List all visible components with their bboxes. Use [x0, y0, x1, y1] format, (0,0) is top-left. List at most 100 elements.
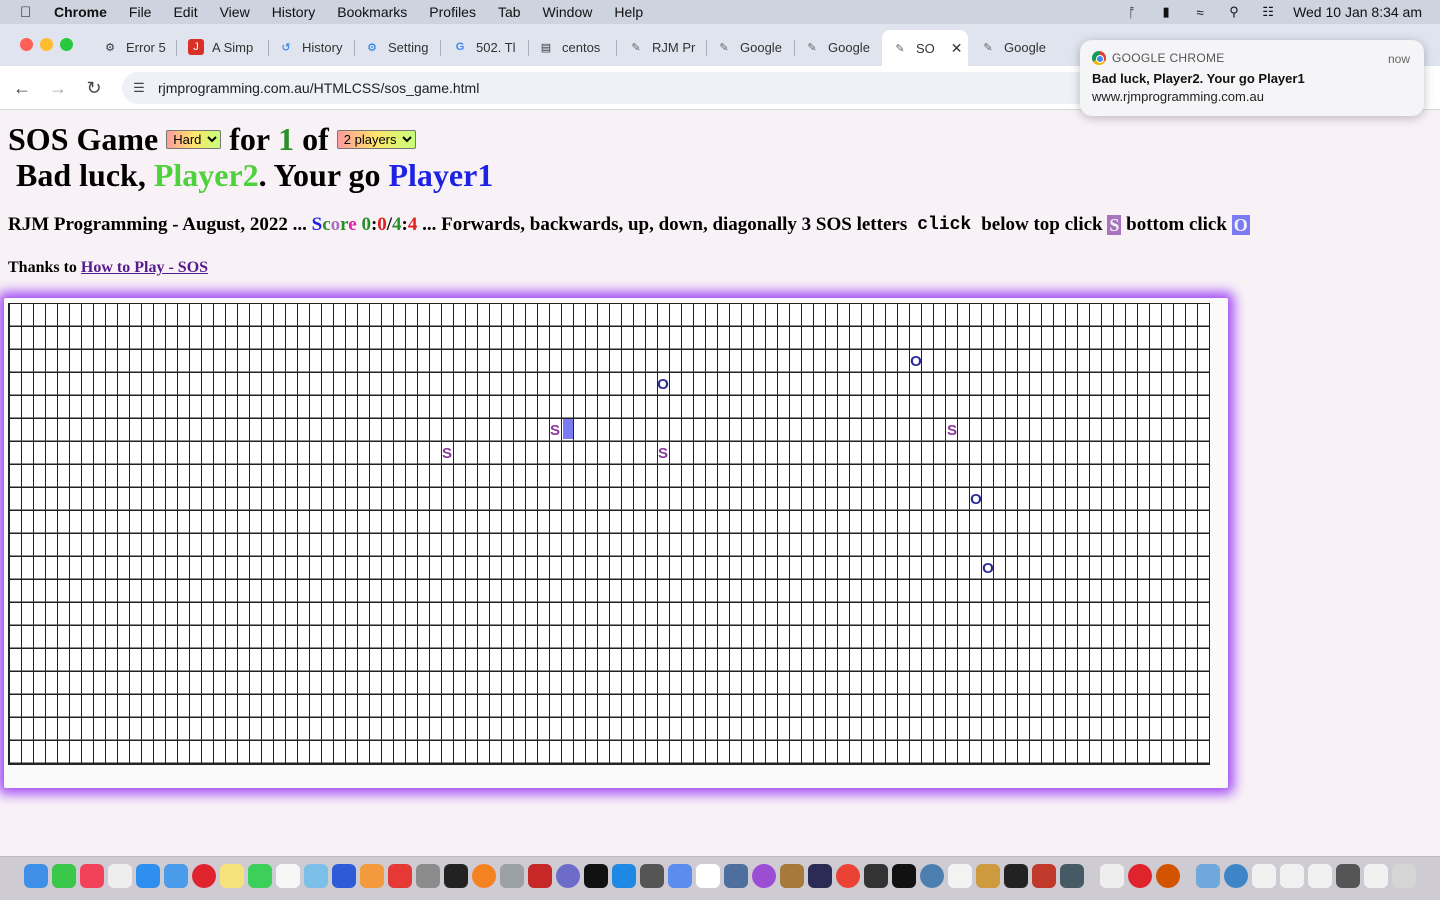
site-info-icon[interactable]: ☰ — [130, 80, 148, 96]
contacts-icon[interactable] — [780, 864, 804, 888]
wifi-icon[interactable]: ≈ — [1191, 5, 1209, 20]
clock[interactable]: Wed 10 Jan 8:34 am — [1293, 4, 1422, 20]
tab-a-simp[interactable]: J A Simp — [178, 32, 268, 62]
opera-2-icon[interactable] — [1128, 864, 1152, 888]
board-letter-o[interactable]: O — [982, 560, 994, 578]
tab-settings[interactable]: ⚙ Setting — [354, 32, 438, 62]
board-letter-o[interactable]: O — [657, 376, 669, 394]
tab-history[interactable]: ↺ History — [268, 32, 354, 62]
menu-bookmarks[interactable]: Bookmarks — [337, 4, 407, 20]
difficulty-select[interactable]: Hard — [166, 130, 222, 149]
board-letter-s[interactable]: S — [441, 445, 453, 463]
menu-file[interactable]: File — [129, 4, 152, 20]
menu-help[interactable]: Help — [614, 4, 643, 20]
menu-tab[interactable]: Tab — [498, 4, 521, 20]
control-center-icon[interactable]: ☷ — [1259, 4, 1277, 20]
document-icon[interactable] — [276, 864, 300, 888]
trash-icon[interactable] — [1392, 864, 1416, 888]
reminders-icon[interactable] — [108, 864, 132, 888]
music-icon[interactable] — [80, 864, 104, 888]
board-letter-o[interactable]: O — [970, 491, 982, 509]
selected-cell[interactable] — [563, 419, 573, 439]
safari-icon[interactable] — [136, 864, 160, 888]
rjm-dock-icon[interactable] — [976, 864, 1000, 888]
tab-google-2[interactable]: ✎ Google — [794, 32, 880, 62]
chrome-dock-icon[interactable] — [836, 864, 860, 888]
photos-icon[interactable] — [360, 864, 384, 888]
tab-error[interactable]: ⚙ Error 5 — [92, 32, 172, 62]
xcode-icon[interactable] — [668, 864, 692, 888]
tab-google-1[interactable]: ✎ Google — [706, 32, 792, 62]
menu-app-chrome[interactable]: Chrome — [54, 4, 107, 20]
preview-icon[interactable] — [416, 864, 440, 888]
apple-icon[interactable]:  — [20, 4, 40, 21]
board-letter-o[interactable]: O — [910, 353, 922, 371]
facetime-icon[interactable] — [248, 864, 272, 888]
arrow-icon[interactable] — [1032, 864, 1056, 888]
tab-google-3[interactable]: ✎ Google — [970, 32, 1064, 62]
bluetooth-icon[interactable]: ᚩ — [1123, 5, 1141, 20]
window-thumb-icon[interactable] — [1308, 864, 1332, 888]
calculator-icon[interactable] — [640, 864, 664, 888]
window-thumb-icon[interactable] — [1252, 864, 1276, 888]
battery-icon[interactable]: ▮ — [1157, 4, 1175, 20]
terminal-2-icon[interactable] — [1004, 864, 1028, 888]
calendar-icon[interactable] — [696, 864, 720, 888]
launchpad-icon[interactable] — [500, 864, 524, 888]
tab-centos[interactable]: ▤ centos — [528, 32, 616, 62]
filezilla-icon[interactable] — [528, 864, 552, 888]
appletv-icon[interactable] — [584, 864, 608, 888]
messages-icon[interactable] — [52, 864, 76, 888]
firefox-icon[interactable] — [472, 864, 496, 888]
intellij-icon[interactable] — [808, 864, 832, 888]
board-letter-s[interactable]: S — [657, 445, 669, 463]
board-letter-s[interactable]: S — [549, 422, 561, 440]
window-zoom-button[interactable] — [60, 38, 73, 51]
notes-icon[interactable] — [220, 864, 244, 888]
folder-icon[interactable] — [1196, 864, 1220, 888]
podcasts-icon[interactable] — [752, 864, 776, 888]
tab-502[interactable]: G 502. Tl — [442, 32, 526, 62]
window-thumb-icon[interactable] — [1364, 864, 1388, 888]
game-board-grid[interactable]: O O S S S S O O — [8, 303, 1210, 765]
finder-icon[interactable] — [24, 864, 48, 888]
window-minimize-button[interactable] — [40, 38, 53, 51]
back-icon[interactable]: ← — [10, 76, 34, 100]
menu-history[interactable]: History — [272, 4, 316, 20]
globe-icon[interactable] — [1224, 864, 1248, 888]
tab-sos-active[interactable]: ✎ SO ✕ — [882, 30, 968, 66]
menu-profiles[interactable]: Profiles — [429, 4, 476, 20]
bbedit-icon[interactable] — [556, 864, 580, 888]
terminal-icon[interactable] — [444, 864, 468, 888]
quicktime-icon[interactable] — [920, 864, 944, 888]
window-thumb-icon[interactable] — [1280, 864, 1304, 888]
tab-rjm[interactable]: ✎ RJM Pr — [618, 32, 704, 62]
how-to-play-link[interactable]: How to Play - SOS — [81, 259, 208, 276]
notification-banner[interactable]: GOOGLE CHROME now Bad luck, Player2. You… — [1080, 40, 1424, 116]
players-select[interactable]: 2 players — [336, 130, 416, 149]
gimp-icon[interactable] — [864, 864, 888, 888]
menu-edit[interactable]: Edit — [173, 4, 197, 20]
board-letter-s[interactable]: S — [946, 422, 958, 440]
window-close-button[interactable] — [20, 38, 33, 51]
system-icon[interactable] — [724, 864, 748, 888]
textedit-icon[interactable] — [948, 864, 972, 888]
maps-icon[interactable] — [304, 864, 328, 888]
mail-icon[interactable] — [164, 864, 188, 888]
tableplus-icon[interactable] — [1060, 864, 1084, 888]
spotlight-search-icon[interactable]: ⚲ — [1225, 4, 1243, 20]
compass-icon[interactable] — [1156, 864, 1180, 888]
menu-view[interactable]: View — [220, 4, 250, 20]
console-icon[interactable] — [892, 864, 916, 888]
script-editor-icon[interactable] — [1100, 864, 1124, 888]
close-icon[interactable]: ✕ — [951, 40, 963, 57]
news-icon[interactable] — [388, 864, 412, 888]
reload-icon[interactable]: ↻ — [82, 76, 106, 100]
menu-window[interactable]: Window — [543, 4, 593, 20]
appstore-icon[interactable] — [612, 864, 636, 888]
window-thumb-icon[interactable] — [1336, 864, 1360, 888]
zoom-icon[interactable] — [332, 864, 356, 888]
forward-icon[interactable]: → — [46, 76, 70, 100]
address-url[interactable]: rjmprogramming.com.au/HTMLCSS/sos_game.h… — [158, 80, 479, 96]
opera-icon[interactable] — [192, 864, 216, 888]
